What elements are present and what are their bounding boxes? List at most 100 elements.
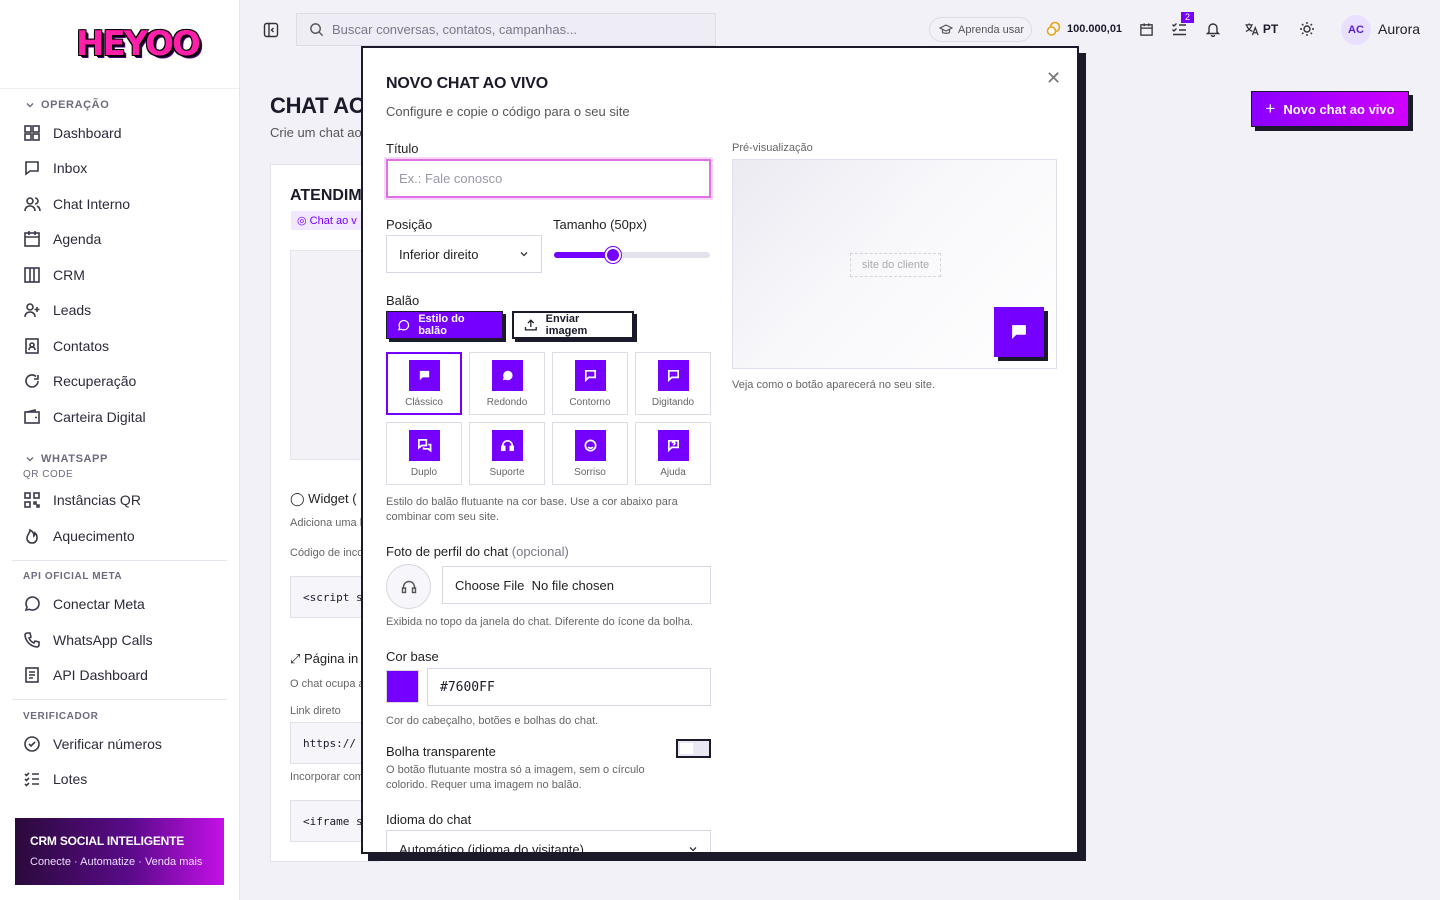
language-button[interactable]: PT bbox=[1242, 21, 1280, 37]
section-title: WHATSAPP bbox=[41, 452, 108, 465]
section-verificador: VERIFICADOR bbox=[0, 706, 239, 726]
preview-chat-bubble bbox=[994, 307, 1044, 357]
preview-label: Pré-visualização bbox=[732, 142, 813, 154]
style-option-label: Duplo bbox=[410, 466, 438, 478]
photo-label: Foto de perfil do chat (opcional) bbox=[386, 544, 569, 559]
chevron-down-icon bbox=[26, 103, 34, 108]
sidebar-item-conectar-meta[interactable]: Conectar Meta bbox=[0, 587, 239, 623]
calendar-icon bbox=[24, 231, 40, 248]
sidebar-item-agenda[interactable]: Agenda bbox=[0, 222, 239, 258]
style-option-label: Contorno bbox=[569, 396, 611, 408]
style-option-digitando[interactable]: Digitando bbox=[635, 352, 711, 415]
notifications-button[interactable] bbox=[1205, 21, 1221, 37]
tasks-button[interactable] bbox=[1171, 21, 1187, 37]
coins-balance[interactable]: 100.000,01 bbox=[1046, 21, 1122, 36]
language-value: Automático (idioma do visitante) bbox=[399, 841, 584, 854]
file-input-text: Choose File No file chosen bbox=[455, 577, 614, 593]
close-icon: ✕ bbox=[1046, 68, 1062, 88]
style-option-label: Ajuda bbox=[660, 466, 686, 478]
chat-type-chip: ◎ Chat ao v bbox=[291, 211, 363, 230]
color-label: Cor base bbox=[386, 649, 439, 664]
page-title: CHAT AO bbox=[270, 93, 366, 118]
section-subtitle: QR CODE bbox=[23, 468, 74, 480]
widget-label: ◯ Widget ( bbox=[290, 491, 357, 506]
sidebar-item-chat-interno[interactable]: Chat Interno bbox=[0, 186, 239, 222]
headset-icon bbox=[401, 580, 416, 593]
transparent-toggle[interactable] bbox=[676, 739, 711, 758]
sidebar-item-contatos[interactable]: Contatos bbox=[0, 328, 239, 364]
smile-icon bbox=[574, 429, 606, 461]
tasks-badge: 2 bbox=[1181, 12, 1195, 23]
transparent-help: O botão flutuante mostra só a imagem, se… bbox=[386, 764, 645, 791]
code-label: Código de inco bbox=[290, 547, 364, 559]
title-input[interactable]: Ex.: Fale conosco bbox=[386, 159, 711, 198]
user-name[interactable]: Aurora bbox=[1378, 21, 1420, 37]
style-option-ajuda[interactable]: Ajuda bbox=[635, 422, 711, 485]
sidebar-item-leads[interactable]: Leads bbox=[0, 293, 239, 329]
photo-label-text: Foto de perfil do chat bbox=[386, 544, 509, 559]
sidebar-item-crm[interactable]: CRM bbox=[0, 257, 239, 293]
sidebar-item-api-dashboard[interactable]: API Dashboard bbox=[0, 658, 239, 694]
translate-icon bbox=[1245, 22, 1259, 35]
sidebar-item-whatsapp-calls[interactable]: WhatsApp Calls bbox=[0, 622, 239, 658]
graduation-cap-icon bbox=[939, 23, 953, 34]
style-option-duplo[interactable]: Duplo bbox=[386, 422, 462, 485]
sidebar-item-label: Contatos bbox=[53, 337, 110, 354]
avatar[interactable]: AC bbox=[1341, 15, 1371, 45]
style-option-classico[interactable]: Clássico bbox=[386, 352, 462, 415]
section-whatsapp[interactable]: WHATSAPP bbox=[0, 449, 239, 469]
sidebar-item-instancias-qr[interactable]: Instâncias QR bbox=[0, 483, 239, 519]
theme-toggle-button[interactable] bbox=[1299, 21, 1315, 37]
tab-upload-image[interactable]: Enviar imagem bbox=[512, 311, 634, 339]
sidebar-item-label: CRM bbox=[53, 266, 85, 283]
widget-label-text: Widget ( bbox=[308, 491, 357, 506]
sidebar-item-carteira-digital[interactable]: Carteira Digital bbox=[0, 399, 239, 435]
style-option-redondo[interactable]: Redondo bbox=[469, 352, 545, 415]
sun-icon bbox=[1300, 22, 1314, 36]
sidebar-item-inbox[interactable]: Inbox bbox=[0, 151, 239, 187]
style-option-suporte[interactable]: Suporte bbox=[469, 422, 545, 485]
sidebar-item-label: Inbox bbox=[53, 160, 88, 177]
sidebar-item-lotes[interactable]: Lotes bbox=[0, 762, 239, 798]
balloon-style-grid: Clássico Redondo Contorno Digitando Dupl… bbox=[386, 352, 711, 485]
logo[interactable]: HEYOO bbox=[0, 0, 239, 89]
size-slider[interactable] bbox=[554, 247, 710, 263]
color-hex-input[interactable]: #7600FF bbox=[427, 668, 711, 706]
plus-icon: + bbox=[1265, 99, 1276, 118]
tab-label: Estilo do balão bbox=[418, 313, 465, 337]
color-swatch[interactable] bbox=[386, 670, 419, 703]
learn-label: Aprenda usar bbox=[958, 23, 1025, 36]
learn-button[interactable]: Aprenda usar bbox=[929, 17, 1032, 42]
sidebar-item-dashboard[interactable]: Dashboard bbox=[0, 115, 239, 151]
photo-file-input[interactable]: Choose File No file chosen bbox=[442, 566, 711, 604]
sidebar-item-recuperacao[interactable]: Recuperação bbox=[0, 364, 239, 400]
page-mode-desc: O chat ocupa a bbox=[290, 678, 365, 690]
style-option-contorno[interactable]: Contorno bbox=[552, 352, 628, 415]
inbox-icon bbox=[25, 161, 39, 176]
users-icon bbox=[24, 196, 41, 211]
sidebar-item-verificar-numeros[interactable]: Verificar números bbox=[0, 726, 239, 762]
style-option-sorriso[interactable]: Sorriso bbox=[552, 422, 628, 485]
contact-book-icon bbox=[25, 337, 39, 354]
tab-balloon-style[interactable]: Estilo do balão bbox=[386, 311, 503, 339]
new-live-chat-button[interactable]: + Novo chat ao vivo bbox=[1251, 91, 1409, 127]
chat-outline-icon bbox=[574, 359, 606, 391]
tab-label: Enviar imagem bbox=[545, 313, 588, 337]
sidebar-toggle-button[interactable] bbox=[262, 21, 279, 38]
balloon-label: Balão bbox=[386, 293, 420, 308]
slider-handle[interactable] bbox=[605, 247, 622, 263]
sidebar-item-aquecimento[interactable]: Aquecimento bbox=[0, 518, 239, 554]
close-button[interactable]: ✕ bbox=[1046, 68, 1061, 89]
embed-label: Incorporar com bbox=[290, 771, 364, 783]
promo-banner[interactable]: CRM SOCIAL INTELIGENTE Conecte · Automat… bbox=[15, 818, 224, 885]
sidebar-item-label: Aquecimento bbox=[53, 527, 135, 544]
language-select[interactable]: Automático (idioma do visitante) bbox=[386, 830, 711, 854]
calendar-button[interactable] bbox=[1138, 21, 1154, 37]
style-option-label: Clássico bbox=[405, 396, 443, 408]
card-heading: ATENDIM bbox=[290, 187, 362, 204]
dashboard-icon bbox=[24, 124, 40, 141]
position-select[interactable]: Inferior direito bbox=[386, 235, 542, 273]
section-operacao[interactable]: OPERAÇÃO bbox=[0, 95, 239, 115]
search-input[interactable]: Buscar conversas, contatos, campanhas... bbox=[296, 13, 716, 46]
page-mode-label: ⤢ Página in bbox=[290, 651, 359, 666]
